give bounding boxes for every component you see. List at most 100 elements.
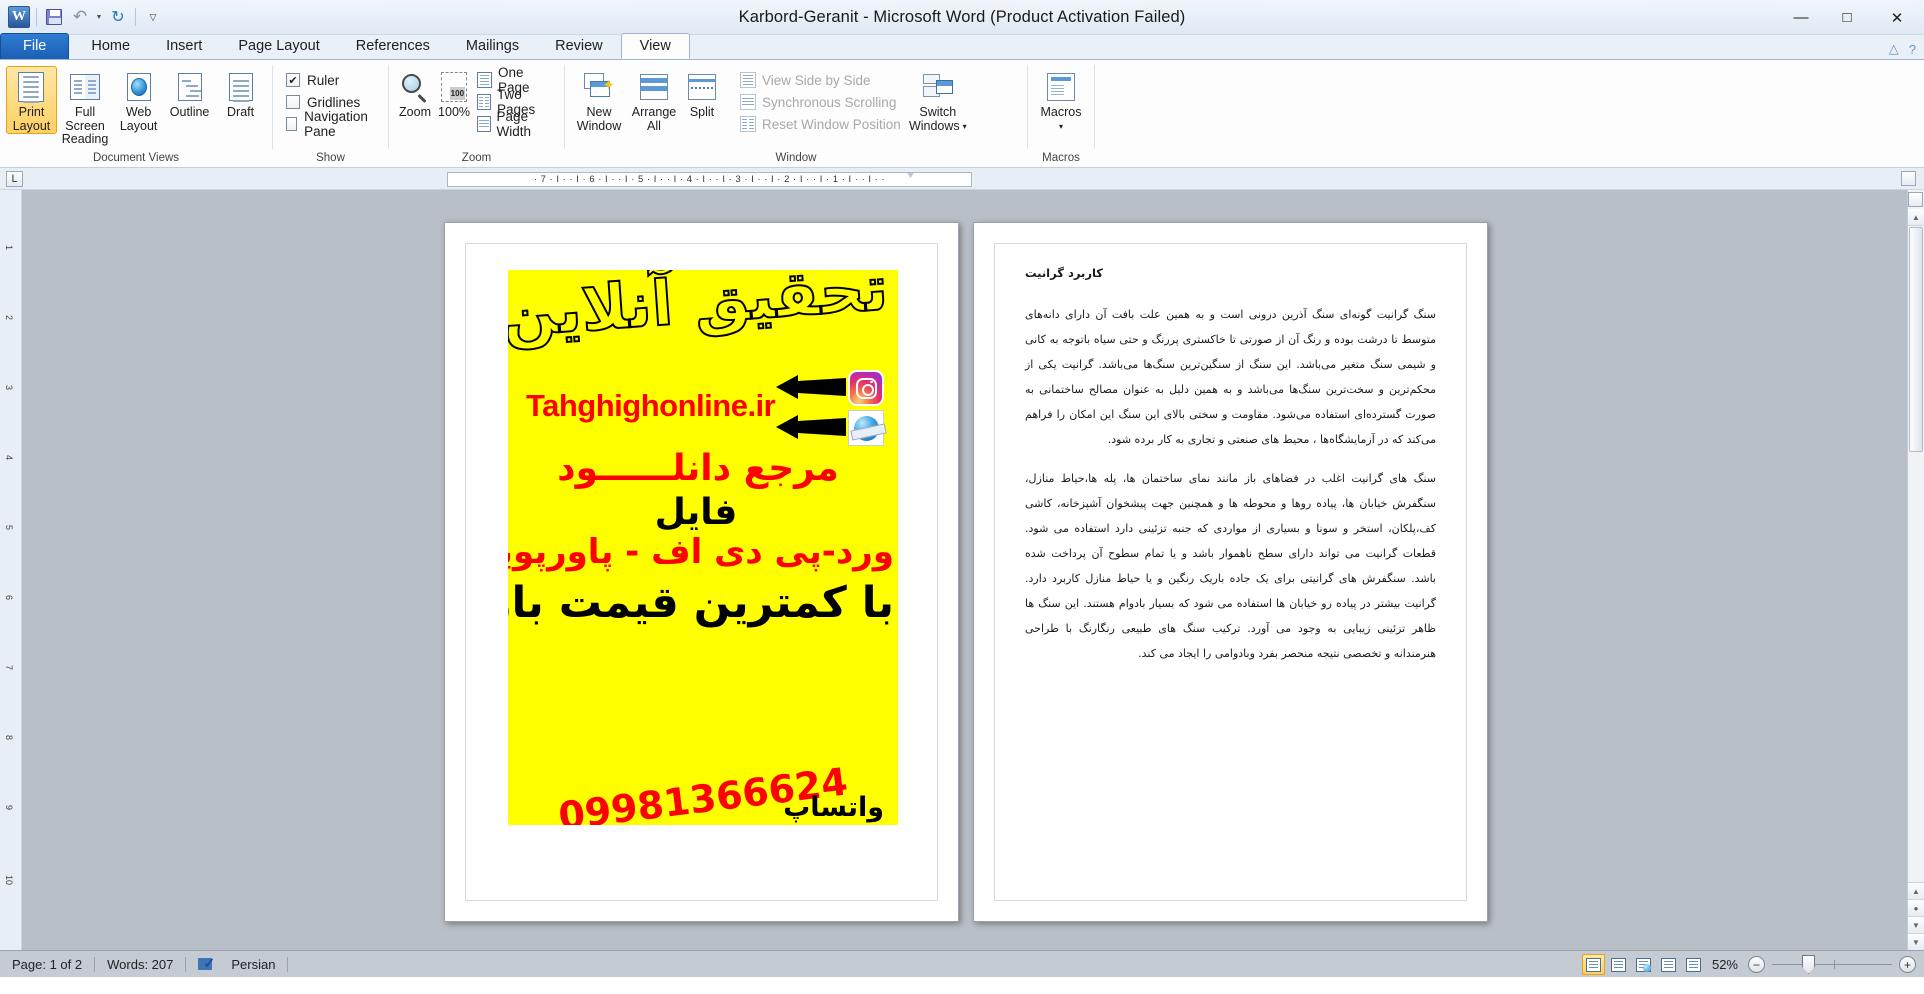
button-label: Print — [18, 105, 45, 119]
zoom-slider-thumb[interactable] — [1802, 955, 1815, 974]
save-icon[interactable] — [41, 4, 67, 30]
checkbox-label: Ruler — [307, 72, 340, 88]
zoom-100-button[interactable]: 100 100% — [435, 66, 473, 121]
instagram-icon[interactable] — [848, 370, 884, 406]
document-page-2[interactable]: کاربرد گرانیت سنگ گرانیت گونه‌ای سنگ آذر… — [973, 222, 1488, 922]
checkbox-label: Gridlines — [307, 94, 361, 110]
tab-view[interactable]: View — [620, 33, 690, 59]
zoom-level-label[interactable]: 52% — [1706, 957, 1748, 972]
minimize-ribbon-icon[interactable]: △ — [1889, 41, 1899, 57]
tab-references[interactable]: References — [338, 34, 448, 59]
spelling-and-grammar-check-icon[interactable]: ✓ — [198, 955, 215, 972]
split-icon — [688, 70, 716, 104]
vertical-ruler[interactable]: 1 2 3 4 5 6 7 8 9 10 — [0, 190, 22, 950]
draft-view-button[interactable] — [1682, 954, 1705, 975]
ad-line-download-reference: مرجع دانلــــــود — [557, 448, 839, 489]
select-browse-object-button[interactable]: ● — [1908, 899, 1924, 916]
new-window-button[interactable]: ✦ New Window — [571, 66, 627, 134]
tab-insert[interactable]: Insert — [148, 34, 220, 59]
word-count[interactable]: Words: 207 — [95, 954, 185, 974]
language-indicator[interactable]: ✓ Persian — [186, 954, 287, 974]
horizontal-ruler-bar: L · 7 · I · · I · 6 · I · · I · 5 · I · … — [0, 168, 1924, 190]
button-label: Split — [689, 105, 715, 119]
tab-mailings[interactable]: Mailings — [448, 34, 537, 59]
synchronous-scrolling-button[interactable]: Synchronous Scrolling — [736, 91, 905, 113]
page-indicator[interactable]: Page: 1 of 2 — [0, 954, 94, 974]
print-layout-view-button[interactable] — [1581, 954, 1605, 975]
arrange-all-button[interactable]: Arrange All — [627, 66, 681, 134]
ruler-marks: · 7 · I · · I · 6 · I · · I · 5 · I · · … — [533, 174, 886, 185]
checkbox-navigation-pane[interactable]: Navigation Pane — [283, 109, 382, 139]
undo-dropdown-icon[interactable]: ▼ — [93, 4, 105, 30]
button-label: Outline — [169, 105, 210, 119]
page-1-content-frame: تحقیق آنلاین Tahghighonline.ir مرجع دانل… — [465, 243, 938, 901]
arrange-all-icon — [640, 70, 668, 104]
split-handle-icon[interactable] — [1908, 192, 1923, 207]
full-screen-reading-button[interactable]: Full Screen Reading — [57, 66, 113, 148]
zoom-in-button[interactable]: + — [1899, 956, 1916, 973]
ad-line-formats: ورد-پی دی اف - پاورپوینت — [508, 532, 894, 572]
vruler-mark: 1 — [4, 245, 14, 251]
tab-page-layout[interactable]: Page Layout — [220, 34, 337, 59]
tab-stop-selector[interactable]: L — [6, 171, 23, 187]
page-2-text-body[interactable]: کاربرد گرانیت سنگ گرانیت گونه‌ای سنگ آذر… — [1025, 266, 1436, 880]
outline-view-icon — [1660, 957, 1676, 972]
maximize-button[interactable]: □ — [1824, 0, 1870, 35]
ruler-options-icon[interactable] — [1901, 171, 1916, 186]
minimize-button[interactable]: — — [1778, 0, 1824, 35]
group-label-macros: Macros — [1042, 152, 1080, 164]
switch-windows-icon — [922, 70, 953, 104]
button-label: 100% — [438, 105, 471, 119]
web-layout-view-button[interactable] — [1632, 954, 1655, 975]
view-side-by-side-button[interactable]: View Side by Side — [736, 69, 905, 91]
checkbox-ruler[interactable]: ✔ Ruler — [283, 69, 342, 91]
next-page-button[interactable]: ▼ — [1908, 916, 1924, 933]
split-button[interactable]: Split — [681, 66, 723, 121]
undo-icon[interactable]: ↶ — [67, 4, 93, 30]
web-layout-view-icon — [1635, 957, 1651, 972]
language-label: Persian — [231, 956, 276, 972]
zoom-slider[interactable] — [1772, 955, 1892, 974]
reset-window-position-button[interactable]: Reset Window Position — [736, 113, 905, 135]
draft-button[interactable]: Draft — [215, 66, 266, 121]
previous-page-button[interactable]: ▲ — [1908, 882, 1924, 899]
full-screen-reading-view-button[interactable] — [1607, 954, 1630, 975]
tab-review[interactable]: Review — [537, 34, 621, 59]
document-area: 1 2 3 4 5 6 7 8 9 10 تحقیق آنلاین Tahghi… — [0, 190, 1924, 950]
horizontal-ruler[interactable]: · 7 · I · · I · 6 · I · · I · 5 · I · · … — [447, 172, 972, 187]
macros-button[interactable]: Macros ▾ — [1034, 66, 1088, 134]
word-app-icon[interactable]: W — [6, 4, 32, 30]
customize-qat-icon[interactable]: ▽ — [140, 4, 166, 30]
button-label: Synchronous Scrolling — [762, 94, 897, 110]
zoom-button[interactable]: Zoom — [395, 66, 435, 121]
divider — [135, 8, 136, 26]
window-controls: — □ ✕ — [1778, 0, 1924, 35]
print-layout-icon — [18, 70, 45, 104]
print-layout-button[interactable]: Print Layout — [6, 66, 57, 134]
ribbon: Print Layout Full Screen Reading Web Lay… — [0, 60, 1924, 168]
ribbon-group-show: ✔ Ruler Gridlines Navigation Pane Show — [273, 60, 388, 167]
web-layout-button[interactable]: Web Layout — [113, 66, 164, 134]
outline-view-button[interactable] — [1657, 954, 1680, 975]
ad-line-file: فایل — [654, 492, 738, 533]
help-icon[interactable]: ? — [1909, 42, 1916, 57]
tab-home[interactable]: Home — [73, 34, 148, 59]
redo-icon[interactable]: ↻ — [105, 4, 131, 30]
close-button[interactable]: ✕ — [1870, 0, 1924, 35]
zoom-out-button[interactable]: − — [1748, 956, 1765, 973]
website-link-icon[interactable] — [848, 410, 884, 446]
outline-button[interactable]: Outline — [164, 66, 215, 121]
scroll-down-arrow[interactable]: ▼ — [1908, 933, 1924, 950]
scrollbar-thumb[interactable] — [1909, 227, 1923, 452]
tab-file[interactable]: File — [0, 33, 70, 59]
scroll-up-arrow[interactable]: ▲ — [1908, 209, 1924, 226]
document-page-1[interactable]: تحقیق آنلاین Tahghighonline.ir مرجع دانل… — [444, 222, 959, 922]
ribbon-group-zoom: Zoom 100 100% One Page Two Pages Page Wi… — [389, 60, 564, 167]
indent-marker-icon[interactable] — [906, 173, 915, 178]
advertisement-image[interactable]: تحقیق آنلاین Tahghighonline.ir مرجع دانل… — [508, 270, 898, 825]
one-page-icon — [477, 72, 492, 88]
switch-windows-button[interactable]: Switch Windows ▾ — [905, 66, 971, 134]
status-bar: Page: 1 of 2 Words: 207 ✓ Persian 52% − … — [0, 950, 1924, 977]
page-width-button[interactable]: Page Width — [473, 109, 558, 139]
vertical-scrollbar[interactable]: ▲ ▲ ● ▼ ▼ — [1907, 190, 1924, 950]
